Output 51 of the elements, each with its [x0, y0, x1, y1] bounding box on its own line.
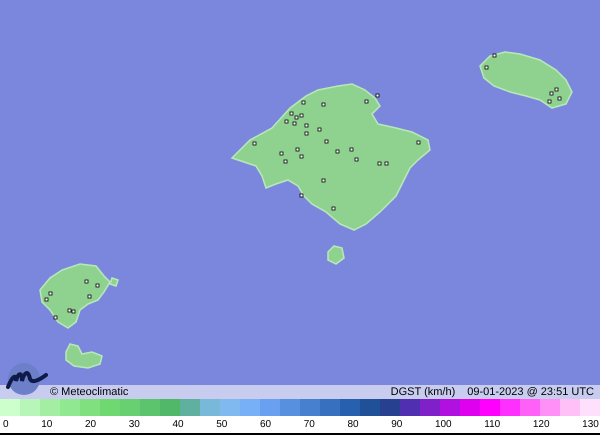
scale-tick-label: 110	[484, 419, 500, 430]
station-marker	[354, 158, 358, 162]
station-marker	[376, 94, 380, 98]
timestamp-text: 09-01-2023 @ 23:51 UTC	[467, 386, 594, 398]
scale-tick-label: 50	[216, 419, 228, 430]
station-marker	[384, 162, 388, 166]
station-marker	[558, 96, 562, 100]
station-marker	[84, 280, 88, 284]
station-marker	[304, 124, 308, 128]
station-marker	[324, 140, 328, 144]
station-marker	[336, 150, 340, 154]
station-marker	[96, 284, 100, 288]
scale-tick-label: 70	[304, 419, 315, 430]
station-marker	[300, 154, 304, 158]
scale-tick-label: 90	[391, 419, 402, 430]
scale-tick-label: 100	[434, 419, 452, 430]
station-marker	[284, 160, 288, 164]
scale-tick-label: 130	[582, 419, 599, 430]
station-marker	[332, 206, 336, 210]
scale-tick-label: 40	[172, 419, 184, 430]
station-marker	[300, 194, 304, 198]
station-marker	[322, 102, 326, 106]
station-marker	[54, 316, 58, 320]
station-marker	[416, 140, 420, 144]
scale-tick-label: 30	[128, 419, 140, 430]
variable-label: DGST (km/h)	[390, 386, 456, 398]
station-marker	[484, 66, 488, 70]
station-marker	[280, 152, 284, 156]
station-marker	[48, 292, 52, 296]
scale-tick-label: 60	[260, 419, 272, 430]
credit-text: © Meteoclimatic	[50, 386, 128, 398]
station-marker	[350, 148, 354, 152]
station-marker	[292, 122, 296, 126]
station-marker	[318, 128, 322, 132]
scale-tick-label: 120	[532, 419, 550, 430]
scale-tick-label: 10	[41, 419, 52, 430]
scale-tick-label: 0	[3, 419, 9, 430]
station-marker	[296, 148, 300, 152]
station-marker	[322, 178, 326, 182]
station-marker	[44, 298, 48, 302]
station-marker	[364, 100, 368, 104]
scale-tick-label: 80	[347, 419, 359, 430]
scale-tick-label: 20	[84, 419, 96, 430]
station-marker	[284, 120, 288, 124]
station-marker	[548, 100, 552, 104]
station-marker	[378, 162, 382, 166]
station-marker	[304, 132, 308, 136]
station-marker	[302, 100, 306, 104]
station-marker	[252, 142, 256, 146]
station-marker	[88, 294, 92, 298]
station-marker	[492, 54, 496, 58]
